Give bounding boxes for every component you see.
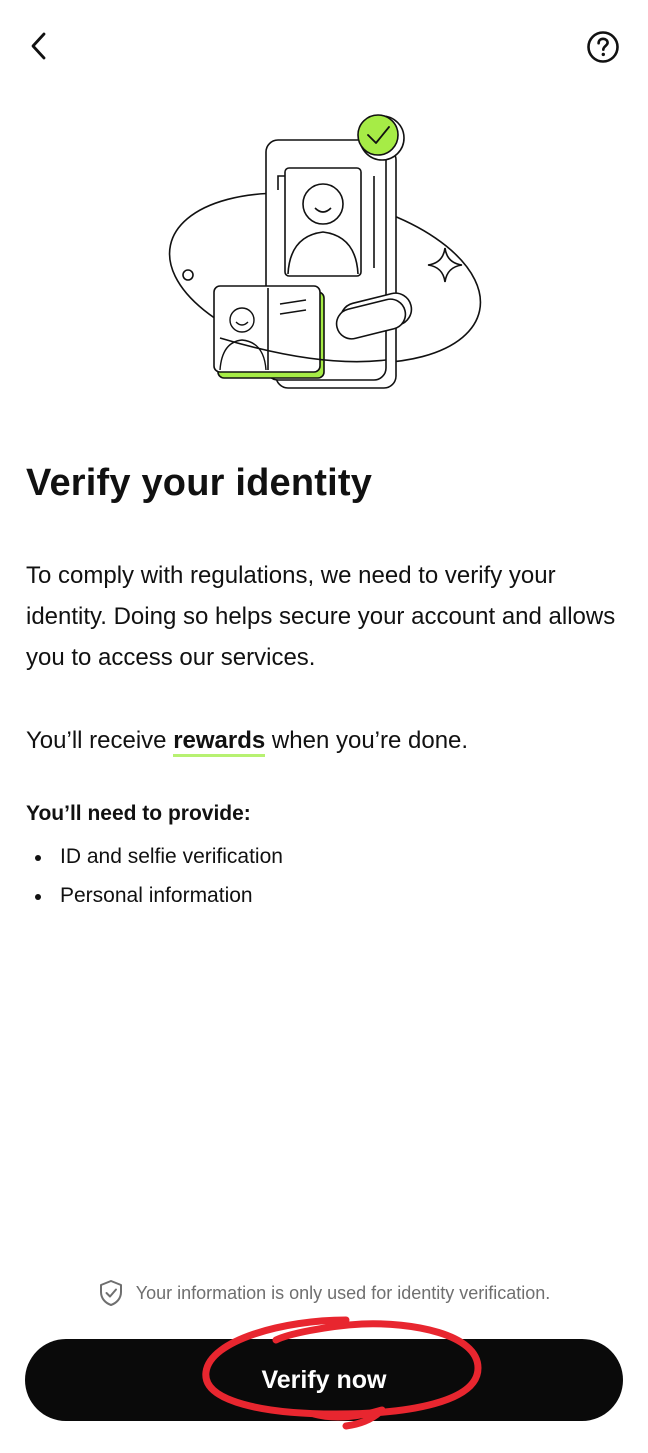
requirements-title: You’ll need to provide: (26, 802, 251, 825)
question-circle-icon (587, 31, 619, 63)
privacy-notice: Your information is only used for identi… (0, 1275, 648, 1311)
bullet-icon (35, 894, 41, 900)
requirements-list: ID and selfie verification Personal info… (26, 840, 283, 918)
requirement-label: Personal information (60, 884, 253, 907)
description-text: To comply with regulations, we need to v… (26, 562, 616, 671)
help-button[interactable] (584, 28, 622, 66)
rewards-suffix: when you’re done. (265, 727, 469, 754)
requirement-label: ID and selfie verification (60, 845, 283, 868)
identity-verification-illustration (160, 108, 490, 398)
top-bar (0, 0, 648, 92)
chevron-left-icon (31, 32, 46, 60)
rewards-prefix: You’ll receive (26, 727, 174, 754)
rewards-text: You’ll receive rewards when you’re done. (26, 720, 626, 761)
shield-check-icon (98, 1279, 124, 1307)
list-item: ID and selfie verification (26, 840, 283, 879)
back-button[interactable] (22, 28, 58, 64)
bullet-icon (35, 855, 41, 861)
rewards-link[interactable]: rewards (173, 727, 266, 757)
list-item: Personal information (26, 879, 283, 918)
verify-now-button[interactable]: Verify now (25, 1339, 623, 1421)
privacy-notice-text: Your information is only used for identi… (135, 1282, 551, 1303)
page-title: Verify your identity (26, 462, 373, 504)
